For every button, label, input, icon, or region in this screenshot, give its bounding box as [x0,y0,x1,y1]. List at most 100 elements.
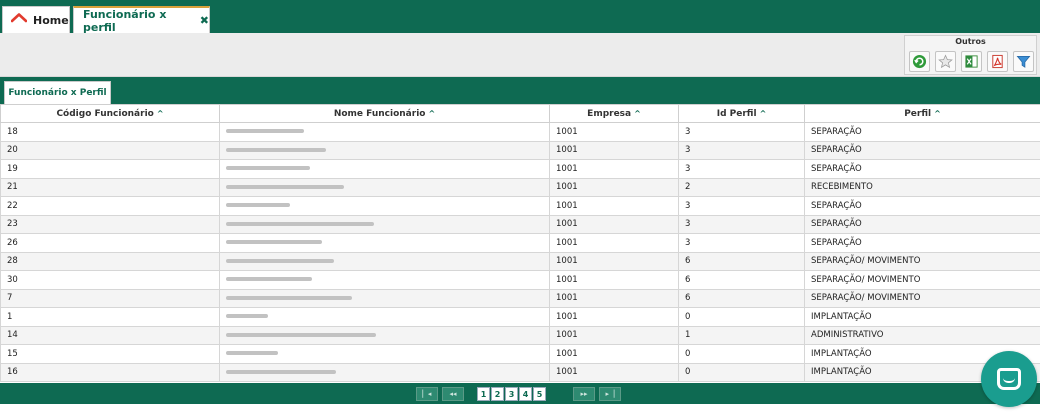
page-button[interactable]: 4 [519,387,532,401]
chat-icon [997,368,1021,390]
cell-perfil: IMPLANTAÇÃO [804,307,1040,327]
cell-id-perfil: 3 [678,233,805,253]
tab-active-label: Funcionário x perfil [83,7,167,34]
page-button[interactable]: 1 [477,387,490,401]
cell-codigo: 18 [0,122,220,142]
cell-perfil: SEPARAÇÃO/ MOVIMENTO [804,251,1040,271]
star-icon [938,54,953,69]
column-header-id-perfil[interactable]: Id Perfil ^ [678,104,805,123]
first-page-button[interactable]: ▏◂ [416,387,438,401]
cell-empresa: 1001 [549,214,679,234]
cell-id-perfil: 2 [678,177,805,197]
cell-empresa: 1001 [549,196,679,216]
cell-nome [219,270,550,290]
chat-widget-button[interactable] [981,351,1037,407]
cell-nome [219,196,550,216]
cell-id-perfil: 0 [678,307,805,327]
sort-icon[interactable]: ^ [157,109,164,118]
table-row[interactable]: 19 1001 3 SEPARAÇÃO [0,159,1040,179]
table-row[interactable]: 28 1001 6 SEPARAÇÃO/ MOVIMENTO [0,251,1040,271]
table-row[interactable]: 21 1001 2 RECEBIMENTO [0,177,1040,197]
redacted-name [226,203,290,208]
cell-id-perfil: 0 [678,344,805,364]
cell-empresa: 1001 [549,270,679,290]
cell-perfil: SEPARAÇÃO [804,214,1040,234]
data-grid: Código Funcionário ^ Nome Funcionário ^ Em… [0,104,1040,382]
cell-nome [219,159,550,179]
cell-id-perfil: 3 [678,122,805,142]
column-header-codigo[interactable]: Código Funcionário ^ [0,104,220,123]
cell-codigo: 22 [0,196,220,216]
cell-codigo: 14 [0,325,220,345]
table-row[interactable]: 20 1001 3 SEPARAÇÃO [0,140,1040,160]
cell-codigo: 20 [0,140,220,160]
table-row[interactable]: 26 1001 3 SEPARAÇÃO [0,233,1040,253]
column-header-perfil[interactable]: Perfil ^ [804,104,1040,123]
cell-empresa: 1001 [549,233,679,253]
page-button[interactable]: 2 [491,387,504,401]
cell-codigo: 1 [0,307,220,327]
cell-codigo: 21 [0,177,220,197]
cell-nome [219,251,550,271]
table-row[interactable]: 7 1001 6 SEPARAÇÃO/ MOVIMENTO [0,288,1040,308]
page-button[interactable]: 5 [533,387,546,401]
cell-nome [219,307,550,327]
table-row[interactable]: 15 1001 0 IMPLANTAÇÃO [0,344,1040,364]
home-icon [11,13,27,23]
cell-codigo: 15 [0,344,220,364]
cell-empresa: 1001 [549,325,679,345]
export-pdf-button[interactable] [987,51,1008,72]
export-excel-button[interactable] [961,51,982,72]
table-row[interactable]: 30 1001 6 SEPARAÇÃO/ MOVIMENTO [0,270,1040,290]
refresh-button[interactable] [909,51,930,72]
redacted-name [226,277,312,282]
close-icon[interactable]: ✖ [200,14,209,27]
sort-icon[interactable]: ^ [428,109,435,118]
redacted-name [226,314,268,319]
table-row[interactable]: 14 1001 1 ADMINISTRATIVO [0,325,1040,345]
panel-tab[interactable]: Funcionário x Perfil [4,81,111,104]
cell-nome [219,288,550,308]
column-header-nome[interactable]: Nome Funcionário ^ [219,104,550,123]
excel-icon [965,55,978,68]
tab-home[interactable]: Home [2,6,70,33]
cell-perfil: SEPARAÇÃO/ MOVIMENTO [804,288,1040,308]
grid-header-row: Código Funcionário ^ Nome Funcionário ^ Em… [0,104,1040,123]
table-row[interactable]: 18 1001 3 SEPARAÇÃO [0,122,1040,142]
cell-perfil: SEPARAÇÃO [804,122,1040,142]
cell-perfil: SEPARAÇÃO/ MOVIMENTO [804,270,1040,290]
cell-codigo: 26 [0,233,220,253]
cell-id-perfil: 3 [678,196,805,216]
cell-codigo: 7 [0,288,220,308]
cell-empresa: 1001 [549,122,679,142]
cell-perfil: SEPARAÇÃO [804,233,1040,253]
page-button[interactable]: 3 [505,387,518,401]
filter-button[interactable] [1013,51,1034,72]
cell-perfil: RECEBIMENTO [804,177,1040,197]
cell-id-perfil: 1 [678,325,805,345]
sort-icon[interactable]: ^ [760,109,767,118]
prev-page-button[interactable]: ◂◂ [442,387,464,401]
redacted-name [226,369,336,374]
column-header-empresa[interactable]: Empresa ^ [549,104,679,123]
filter-icon [1016,55,1031,68]
sort-icon[interactable]: ^ [934,109,941,118]
table-row[interactable]: 16 1001 0 IMPLANTAÇÃO [0,362,1040,382]
table-row[interactable]: 23 1001 3 SEPARAÇÃO [0,214,1040,234]
tab-funcionario-perfil[interactable]: Funcionário x perfil ✖ [73,6,210,34]
cell-id-perfil: 3 [678,140,805,160]
favorite-button[interactable] [935,51,956,72]
outros-label: Outros [955,37,986,46]
last-page-button[interactable]: ▸▕ [599,387,621,401]
cell-id-perfil: 0 [678,362,805,382]
outros-group: Outros [904,35,1037,75]
cell-nome [219,214,550,234]
table-row[interactable]: 1 1001 0 IMPLANTAÇÃO [0,307,1040,327]
table-row[interactable]: 22 1001 3 SEPARAÇÃO [0,196,1040,216]
redacted-name [226,129,304,134]
cell-empresa: 1001 [549,288,679,308]
redacted-name [226,240,322,245]
next-page-button[interactable]: ▸▸ [573,387,595,401]
redacted-name [226,258,334,263]
sort-icon[interactable]: ^ [634,109,641,118]
